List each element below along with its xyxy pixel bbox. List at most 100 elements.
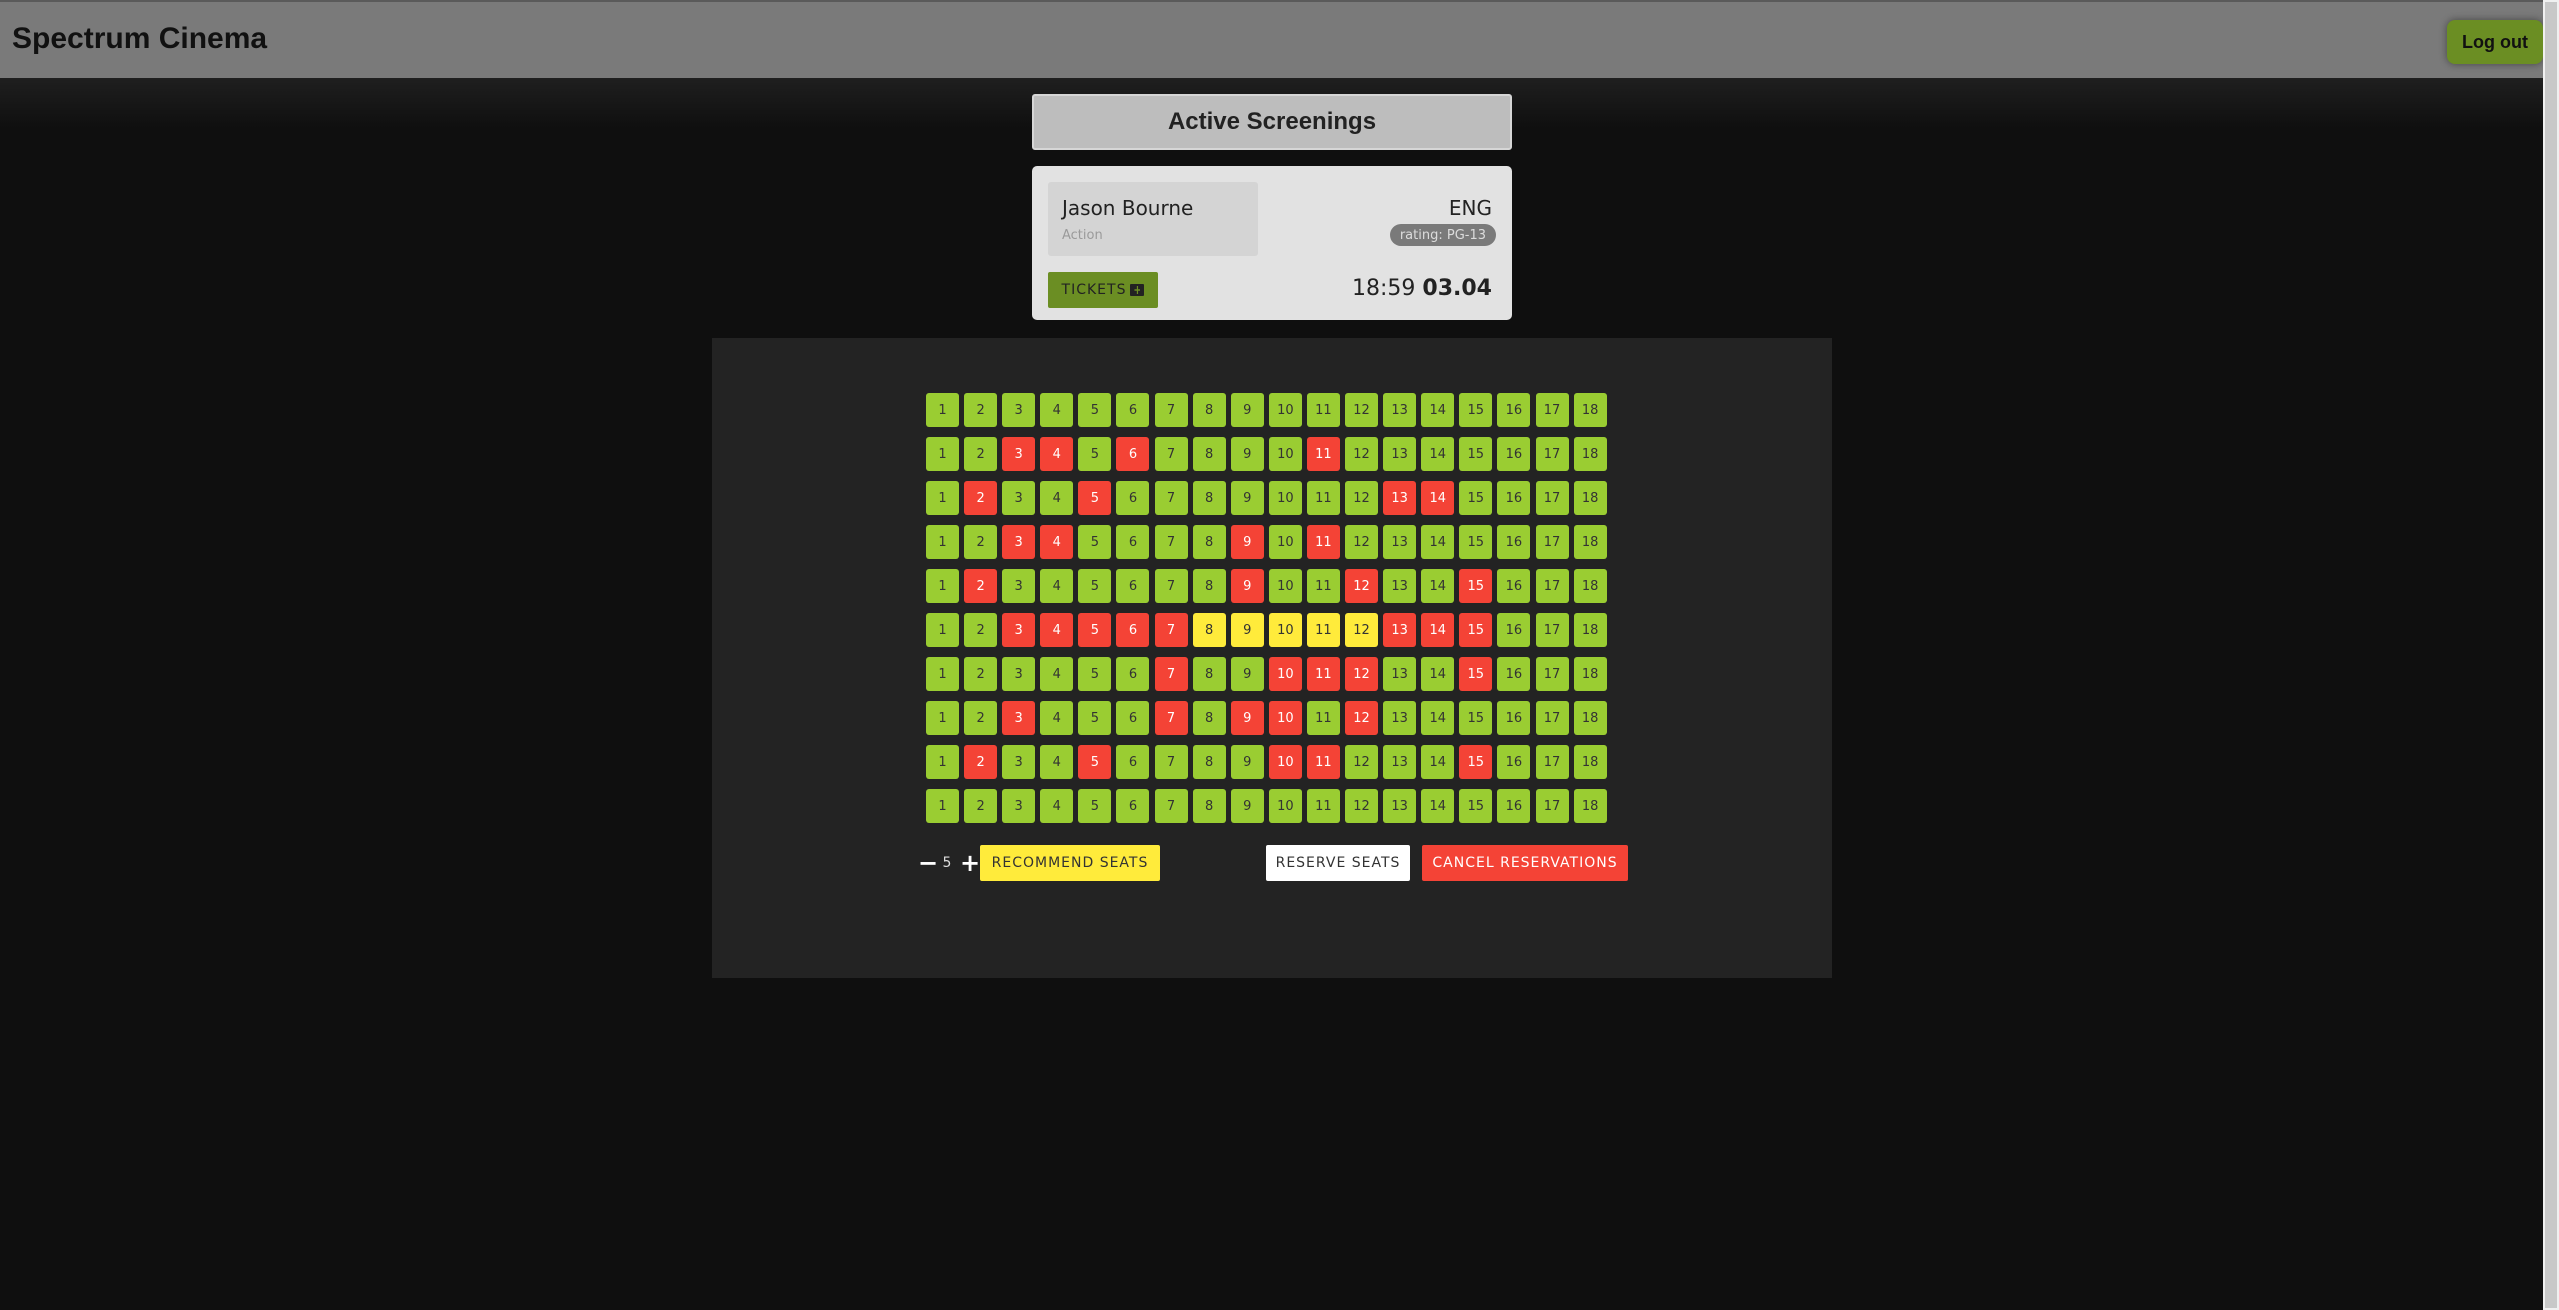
seat-free[interactable]: 17 (1535, 569, 1569, 603)
seat-free[interactable]: 1 (926, 701, 959, 735)
seat-free[interactable]: 1 (926, 525, 959, 559)
seat-free[interactable]: 6 (1116, 481, 1150, 515)
seat-recommended[interactable]: 12 (1345, 613, 1379, 647)
seat-free[interactable]: 2 (964, 437, 998, 471)
seat-free[interactable]: 13 (1383, 701, 1417, 735)
seat-free[interactable]: 12 (1345, 481, 1379, 515)
seat-free[interactable]: 16 (1497, 701, 1531, 735)
seat-free[interactable]: 8 (1192, 393, 1226, 427)
seat-free[interactable]: 15 (1459, 481, 1493, 515)
seat-free[interactable]: 13 (1383, 569, 1417, 603)
seat-free[interactable]: 13 (1383, 657, 1417, 691)
reserve-seats-button[interactable]: RESERVE SEATS (1266, 845, 1410, 881)
scrollbar-thumb[interactable] (2545, 2, 2557, 1308)
seat-free[interactable]: 7 (1154, 481, 1188, 515)
seat-free[interactable]: 5 (1078, 393, 1112, 427)
seat-free[interactable]: 6 (1116, 525, 1150, 559)
seat-free[interactable]: 18 (1573, 393, 1607, 427)
seat-taken[interactable]: 9 (1230, 569, 1264, 603)
seat-free[interactable]: 12 (1345, 525, 1379, 559)
seat-free[interactable]: 3 (1002, 569, 1036, 603)
seat-free[interactable]: 13 (1383, 789, 1417, 823)
seat-recommended[interactable]: 10 (1268, 613, 1302, 647)
seat-taken[interactable]: 15 (1459, 745, 1493, 779)
seat-free[interactable]: 18 (1573, 481, 1607, 515)
seat-free[interactable]: 17 (1535, 437, 1569, 471)
seat-free[interactable]: 1 (926, 745, 959, 779)
seat-free[interactable]: 10 (1268, 569, 1302, 603)
seat-free[interactable]: 9 (1230, 437, 1264, 471)
seat-taken[interactable]: 11 (1306, 657, 1340, 691)
seat-free[interactable]: 10 (1268, 393, 1302, 427)
seat-free[interactable]: 8 (1192, 657, 1226, 691)
seat-taken[interactable]: 12 (1345, 569, 1379, 603)
seat-free[interactable]: 18 (1573, 701, 1607, 735)
cancel-reservations-button[interactable]: CANCEL RESERVATIONS (1422, 845, 1628, 881)
seat-free[interactable]: 9 (1230, 745, 1264, 779)
seat-free[interactable]: 2 (964, 701, 998, 735)
seat-free[interactable]: 17 (1535, 657, 1569, 691)
seat-free[interactable]: 3 (1002, 657, 1036, 691)
seat-free[interactable]: 13 (1383, 745, 1417, 779)
seat-taken[interactable]: 2 (964, 481, 998, 515)
seat-free[interactable]: 7 (1154, 525, 1188, 559)
seat-free[interactable]: 18 (1573, 569, 1607, 603)
seat-taken[interactable]: 13 (1383, 613, 1417, 647)
seat-free[interactable]: 11 (1306, 569, 1340, 603)
seat-free[interactable]: 14 (1421, 437, 1455, 471)
seat-free[interactable]: 2 (964, 393, 998, 427)
seat-free[interactable]: 6 (1116, 393, 1150, 427)
seat-free[interactable]: 16 (1497, 437, 1531, 471)
seat-free[interactable]: 1 (926, 437, 959, 471)
seat-free[interactable]: 5 (1078, 657, 1112, 691)
seat-free[interactable]: 3 (1002, 789, 1036, 823)
seat-free[interactable]: 5 (1078, 437, 1112, 471)
seat-taken[interactable]: 11 (1306, 437, 1340, 471)
seat-free[interactable]: 10 (1268, 437, 1302, 471)
seat-taken[interactable]: 4 (1040, 613, 1074, 647)
seat-free[interactable]: 12 (1345, 789, 1379, 823)
seat-free[interactable]: 17 (1535, 481, 1569, 515)
seat-taken[interactable]: 7 (1154, 701, 1188, 735)
seat-free[interactable]: 18 (1573, 657, 1607, 691)
increment-button[interactable]: + (960, 849, 980, 877)
seat-free[interactable]: 17 (1535, 613, 1569, 647)
seat-free[interactable]: 3 (1002, 393, 1036, 427)
seat-free[interactable]: 18 (1573, 613, 1607, 647)
seat-free[interactable]: 16 (1497, 789, 1531, 823)
seat-free[interactable]: 4 (1040, 701, 1074, 735)
seat-free[interactable]: 12 (1345, 745, 1379, 779)
seat-taken[interactable]: 10 (1268, 701, 1302, 735)
seat-free[interactable]: 10 (1268, 789, 1302, 823)
seat-free[interactable]: 6 (1116, 789, 1150, 823)
seat-taken[interactable]: 2 (964, 569, 998, 603)
seat-taken[interactable]: 5 (1078, 481, 1112, 515)
seat-taken[interactable]: 12 (1345, 657, 1379, 691)
seat-free[interactable]: 13 (1383, 393, 1417, 427)
seat-free[interactable]: 8 (1192, 789, 1226, 823)
seat-free[interactable]: 18 (1573, 745, 1607, 779)
seat-free[interactable]: 17 (1535, 393, 1569, 427)
seat-taken[interactable]: 9 (1230, 525, 1264, 559)
seat-taken[interactable]: 10 (1268, 657, 1302, 691)
seat-free[interactable]: 11 (1306, 701, 1340, 735)
seat-free[interactable]: 11 (1306, 393, 1340, 427)
seat-free[interactable]: 4 (1040, 745, 1074, 779)
seat-free[interactable]: 14 (1421, 525, 1455, 559)
seat-free[interactable]: 5 (1078, 569, 1112, 603)
seat-taken[interactable]: 5 (1078, 613, 1112, 647)
seat-free[interactable]: 7 (1154, 393, 1188, 427)
seat-free[interactable]: 16 (1497, 525, 1531, 559)
seat-free[interactable]: 6 (1116, 701, 1150, 735)
seat-free[interactable]: 6 (1116, 657, 1150, 691)
seat-free[interactable]: 1 (926, 569, 959, 603)
seat-free[interactable]: 18 (1573, 437, 1607, 471)
seat-free[interactable]: 9 (1230, 481, 1264, 515)
seat-free[interactable]: 1 (926, 789, 959, 823)
seat-taken[interactable]: 13 (1383, 481, 1417, 515)
seat-free[interactable]: 6 (1116, 745, 1150, 779)
seat-free[interactable]: 1 (926, 393, 959, 427)
seat-taken[interactable]: 10 (1268, 745, 1302, 779)
seat-free[interactable]: 10 (1268, 481, 1302, 515)
seat-free[interactable]: 16 (1497, 745, 1531, 779)
